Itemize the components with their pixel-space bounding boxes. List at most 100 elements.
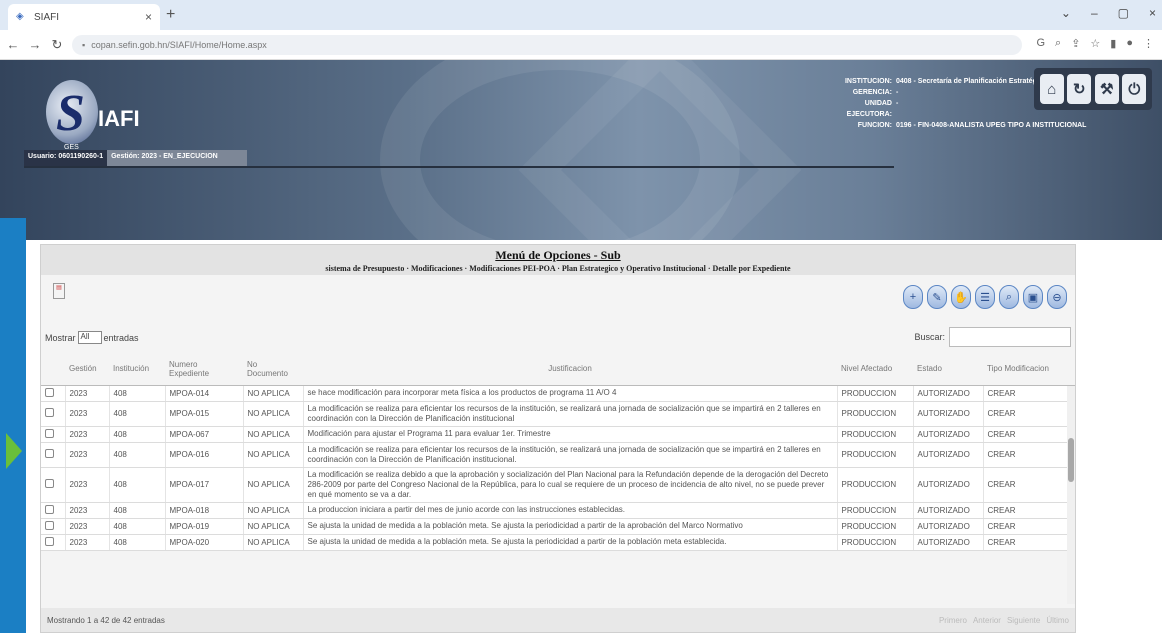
row-checkbox-box[interactable]	[45, 387, 54, 397]
col-justificacion[interactable]: Justificacion	[303, 353, 837, 386]
cell-expediente: MPOA-019	[165, 518, 244, 535]
translate-icon[interactable]: G	[1036, 37, 1045, 50]
row-checkbox[interactable]	[41, 426, 66, 443]
cell-expediente: MPOA-018	[165, 502, 244, 519]
cell-institucion: 408	[109, 467, 166, 503]
site-info-icon[interactable]: ▪	[82, 40, 85, 50]
profile-icon[interactable]: ●	[1126, 37, 1133, 50]
row-checkbox[interactable]	[41, 518, 66, 535]
home-icon[interactable]: ⌂	[1039, 74, 1064, 104]
tools-icon[interactable]: ⚒	[1094, 74, 1119, 104]
table-row[interactable]: 2023 408 MPOA-067 NO APLICA Modificación par…	[41, 426, 1075, 443]
user-session-bar: Usuario: 0601190260-1 Gestión: 2023 - EN…	[24, 150, 248, 166]
table-row[interactable]: 2023 408 MPOA-019 NO APLICA Se ajusta la uni…	[41, 518, 1075, 535]
share-icon[interactable]: ⇪	[1071, 37, 1080, 50]
power-icon[interactable]: ⏻	[1122, 74, 1147, 104]
col-expediente[interactable]: Numero Expediente	[165, 353, 243, 386]
table-row[interactable]: 2023 408 MPOA-020 NO APLICA Se ajusta la uni…	[41, 534, 1075, 551]
row-checkbox-box[interactable]	[45, 428, 54, 438]
table-row[interactable]: 2023 408 MPOA-016 NO APLICA La modificación …	[41, 442, 1075, 468]
hand-icon[interactable]: ✋	[951, 285, 971, 309]
restore-icon[interactable]: ▢	[1118, 6, 1129, 20]
search-icon[interactable]: ⌕	[999, 285, 1019, 309]
row-checkbox-box[interactable]	[45, 536, 54, 546]
expand-arrow-icon[interactable]	[6, 433, 22, 469]
col-gestion[interactable]: Gestión	[65, 353, 109, 386]
row-checkbox[interactable]	[41, 385, 66, 402]
cell-expediente: MPOA-016	[165, 442, 244, 468]
bookmark-star-icon[interactable]: ☆	[1090, 37, 1100, 50]
close-tab-icon[interactable]: ×	[145, 10, 152, 24]
cell-justificacion: La modificación se realiza para eficient…	[303, 442, 838, 468]
logo-letter: S	[56, 85, 85, 142]
page-length-select[interactable]: All	[77, 331, 102, 344]
cell-tipo: CREAR	[983, 467, 1075, 503]
cell-expediente: MPOA-017	[165, 467, 244, 503]
scrollbar[interactable]	[1067, 385, 1075, 604]
back-icon[interactable]: ←	[4, 37, 22, 52]
institucion-value: 0408 - Secretaría de Planificación Estra…	[896, 78, 1047, 85]
siafi-favicon-icon: ◈	[16, 11, 24, 22]
cell-documento: NO APLICA	[243, 385, 304, 402]
next-page-button[interactable]: Siguiente	[1007, 616, 1040, 625]
add-icon[interactable]: +	[903, 285, 923, 309]
cell-institucion: 408	[109, 385, 166, 402]
cancel-icon[interactable]: ⊖	[1047, 285, 1067, 309]
menu-kebab-icon[interactable]: ⋮	[1143, 37, 1154, 50]
cell-gestion: 2023	[65, 401, 110, 427]
row-checkbox-box[interactable]	[45, 449, 54, 458]
table-row[interactable]: 2023 408 MPOA-018 NO APLICA La produccion in…	[41, 502, 1075, 519]
cell-estado: AUTORIZADO	[913, 534, 984, 551]
search-input[interactable]	[949, 327, 1071, 347]
cell-institucion: 408	[109, 426, 166, 443]
refresh-icon[interactable]: ↻	[1067, 74, 1092, 104]
pdf-icon[interactable]: ▤	[53, 283, 65, 299]
row-checkbox-box[interactable]	[45, 520, 54, 530]
row-checkbox[interactable]	[41, 534, 66, 551]
reload-icon[interactable]: ↻	[48, 37, 66, 53]
cell-justificacion: Se ajusta la unidad de medida a la pobla…	[303, 534, 838, 551]
new-tab-icon[interactable]: +	[166, 6, 175, 24]
row-checkbox-box[interactable]	[45, 408, 54, 417]
row-checkbox-box[interactable]	[45, 504, 54, 514]
user-label: Usuario: 0601190260-1	[24, 150, 108, 166]
forward-icon[interactable]: →	[26, 37, 44, 52]
cell-documento: NO APLICA	[243, 426, 304, 443]
table-row[interactable]: 2023 408 MPOA-017 NO APLICA La modificación …	[41, 467, 1075, 503]
prev-page-button[interactable]: Anterior	[973, 616, 1001, 625]
row-checkbox-box[interactable]	[45, 479, 54, 488]
col-documento[interactable]: No Documento	[243, 353, 303, 386]
row-checkbox[interactable]	[41, 502, 66, 519]
scrollbar-thumb[interactable]	[1068, 437, 1074, 482]
tree-icon[interactable]: ☰	[975, 285, 995, 309]
print-icon[interactable]: ▣	[1023, 285, 1043, 309]
col-estado[interactable]: Estado	[913, 353, 983, 386]
table-body-scroll[interactable]: 2023 408 MPOA-014 NO APLICA se hace modifica…	[41, 385, 1075, 604]
cell-estado: AUTORIZADO	[913, 385, 984, 402]
last-page-button[interactable]: Último	[1046, 616, 1069, 625]
funcion-value: 0196 - FIN-0408-ANALISTA UPEG TIPO A INS…	[896, 122, 1087, 129]
col-tipo[interactable]: Tipo Modificacion	[983, 353, 1075, 386]
unidad-key: UNIDAD EJECUTORA:	[846, 100, 892, 118]
row-checkbox[interactable]	[41, 401, 66, 427]
row-checkbox[interactable]	[41, 442, 66, 468]
col-institucion[interactable]: Institución	[109, 353, 165, 386]
zoom-icon[interactable]: ⌕	[1055, 37, 1061, 50]
row-checkbox[interactable]	[41, 467, 66, 503]
funcion-key: FUNCION:	[857, 122, 892, 129]
table-row[interactable]: 2023 408 MPOA-014 NO APLICA se hace modifica…	[41, 385, 1075, 402]
col-select[interactable]	[41, 353, 65, 386]
table-row[interactable]: 2023 408 MPOA-015 NO APLICA La modificación …	[41, 401, 1075, 427]
edit-icon[interactable]: ✎	[927, 285, 947, 309]
close-window-icon[interactable]: ×	[1149, 6, 1156, 20]
cell-documento: NO APLICA	[243, 518, 304, 535]
sidepanel-icon[interactable]: ▮	[1110, 37, 1116, 50]
chevron-down-icon[interactable]: ⌄	[1061, 6, 1071, 20]
cell-gestion: 2023	[65, 442, 110, 468]
url-field[interactable]: ▪ copan.sefin.gob.hn/SIAFI/Home/Home.asp…	[72, 35, 1022, 55]
minimize-icon[interactable]: –	[1091, 6, 1098, 20]
cell-estado: AUTORIZADO	[913, 401, 984, 427]
browser-tab[interactable]: ◈ SIAFI ×	[8, 4, 160, 30]
col-nivel[interactable]: Nivel Afectado	[837, 353, 913, 386]
first-page-button[interactable]: Primero	[939, 616, 967, 625]
